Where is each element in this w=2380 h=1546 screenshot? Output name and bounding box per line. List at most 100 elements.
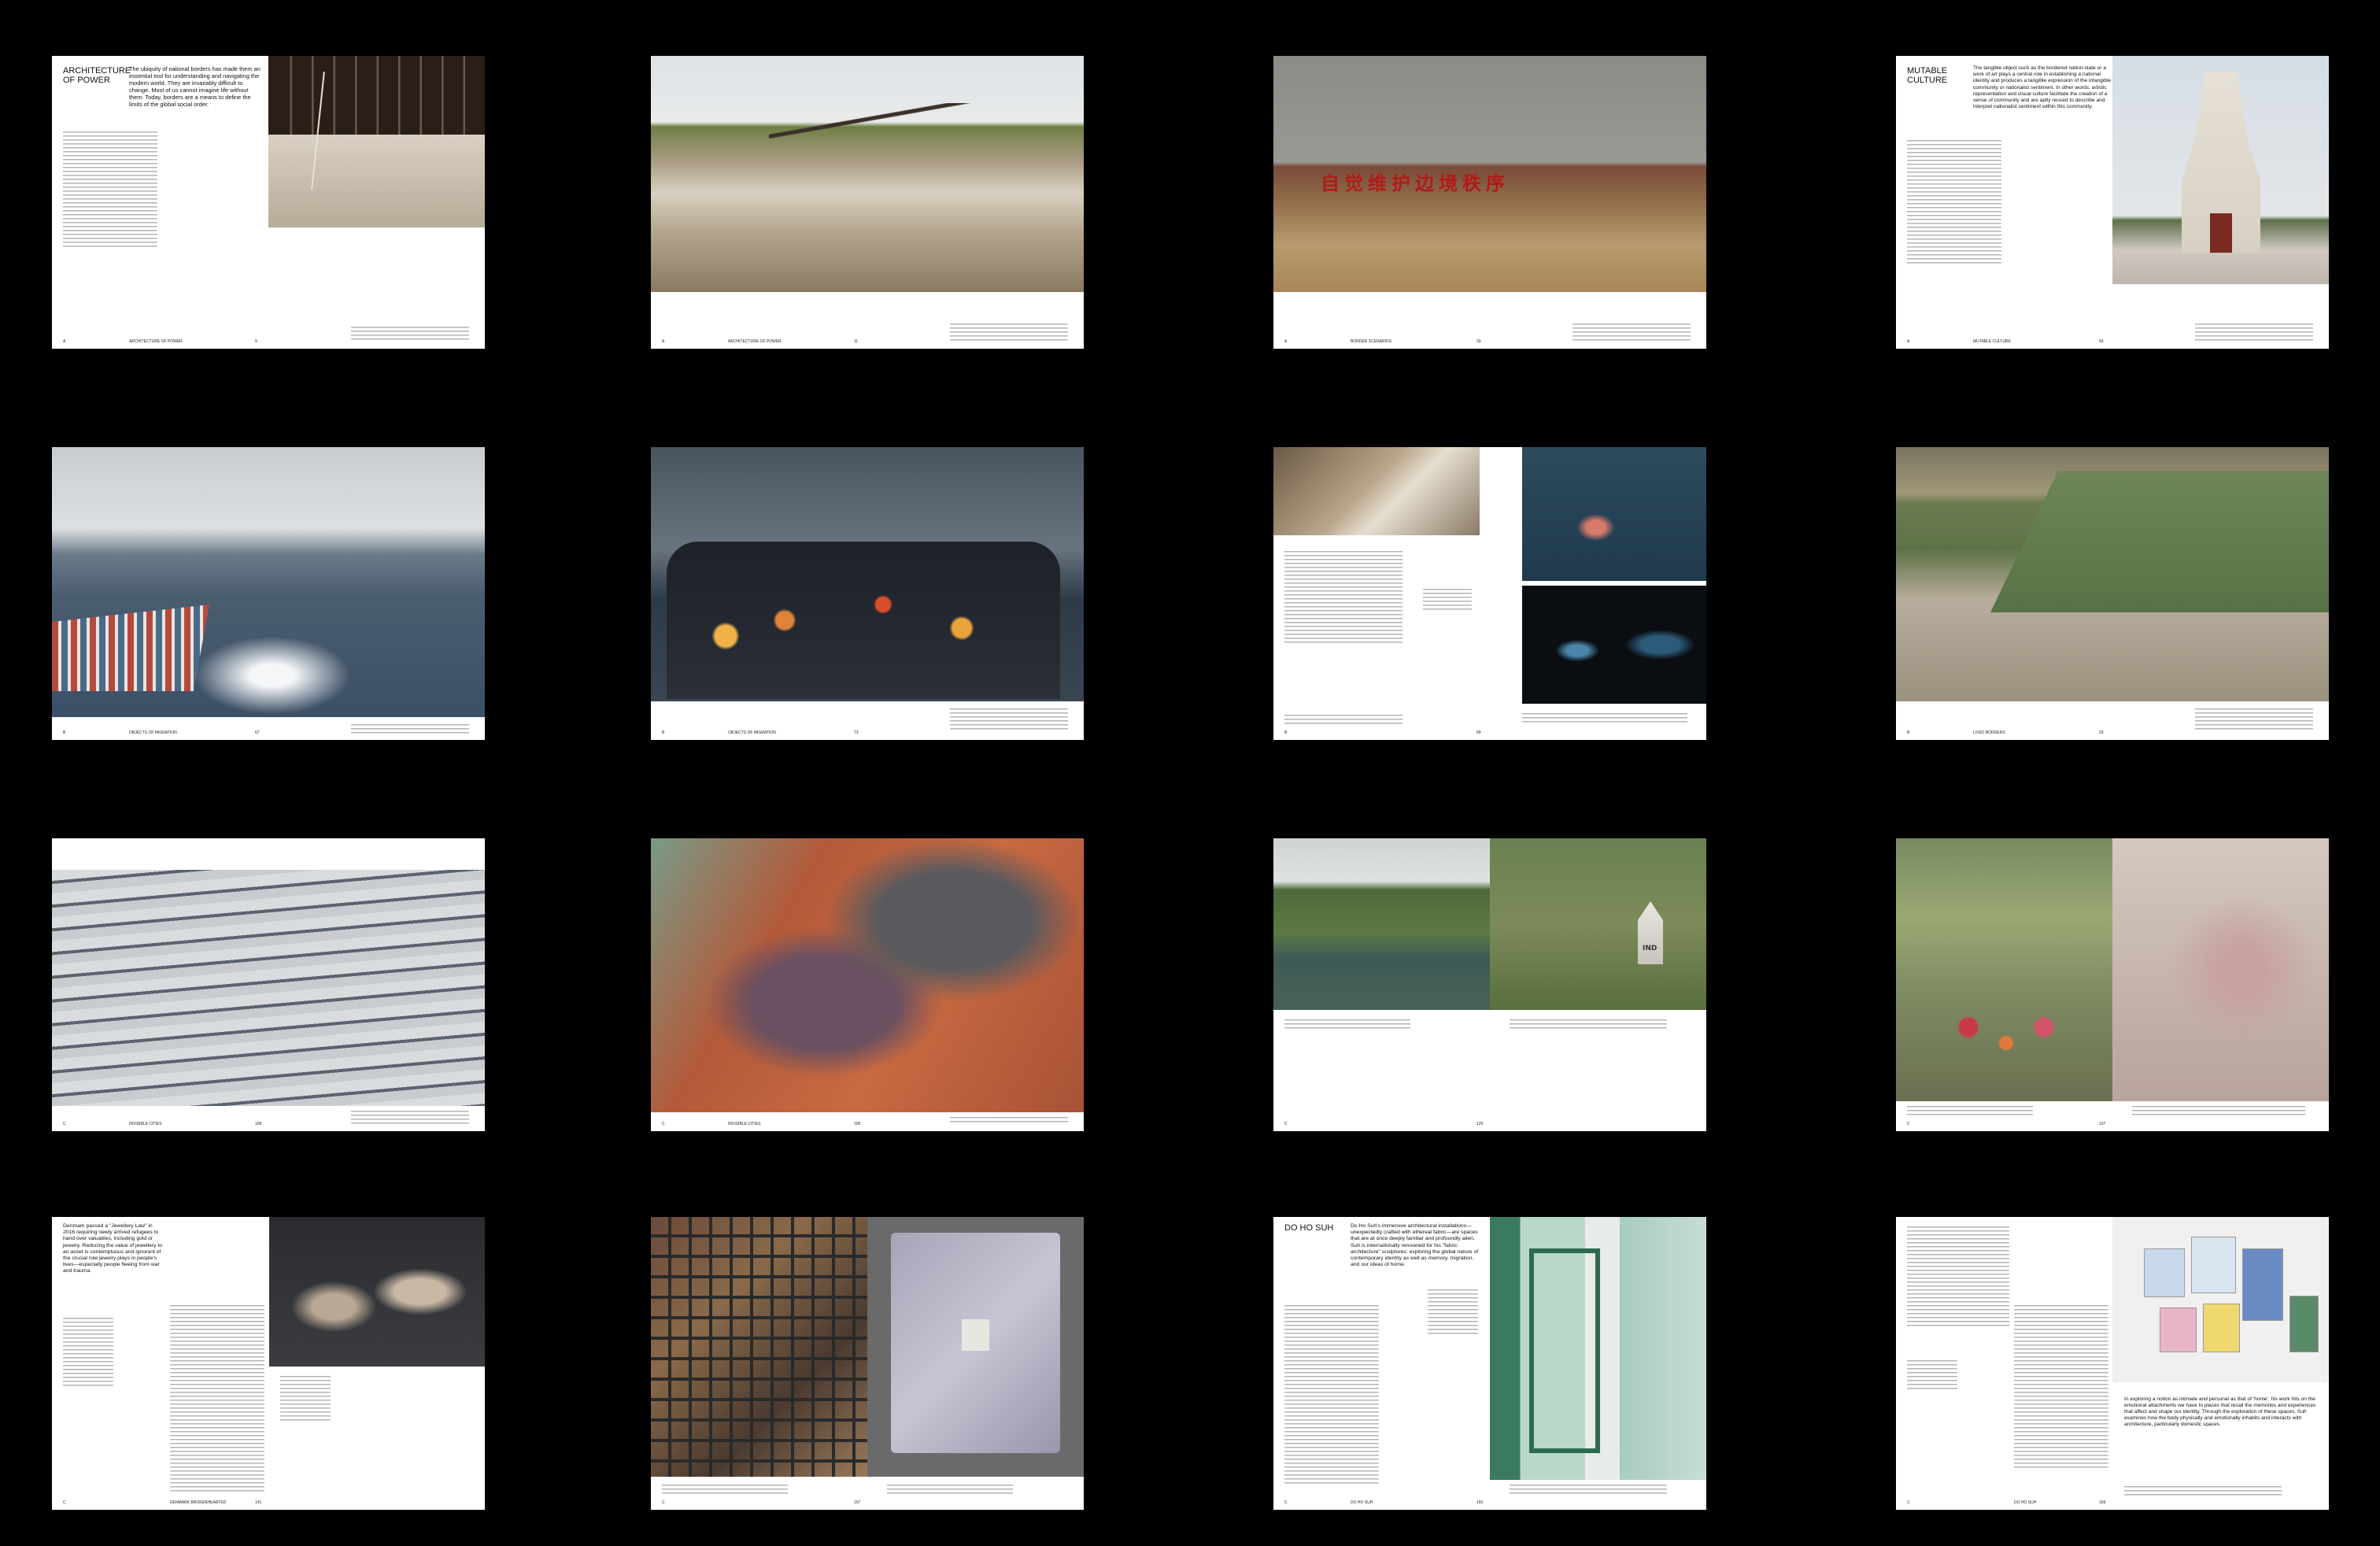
page-number: 160: [1476, 1500, 1484, 1505]
spread-border-cliff[interactable]: A ARCHITECTURE OF POWER 11: [651, 56, 1084, 349]
page-letter: A: [1284, 339, 1288, 344]
page-letter: B: [1907, 730, 1910, 735]
section-title: DO HO SUH: [1284, 1223, 1334, 1233]
running-head: MUTABLE CULTURE: [1973, 339, 2011, 344]
spread-architecture-of-power[interactable]: ARCHITECTURE OF POWER The ubiquity of na…: [52, 56, 485, 349]
page-number: 43: [2099, 339, 2104, 344]
spread-lived-borders[interactable]: B LIVED BORDERS 93: [1896, 447, 2329, 740]
caption: [950, 1115, 1068, 1125]
temple-photo[interactable]: [2112, 56, 2329, 284]
fabric-door-photo[interactable]: [1490, 1217, 1706, 1480]
page-number: 105: [854, 1122, 861, 1126]
spread-refugee-boat[interactable]: B OBJECTS OF MIGRATION 73: [651, 447, 1084, 740]
lead-text: The ubiquity of national borders has mad…: [129, 65, 261, 108]
body-text: [63, 130, 157, 248]
spread-denmark-brokenhearted[interactable]: Denmark passed a "Jewellery Law" in 2016…: [52, 1217, 485, 1510]
caption: [950, 707, 1068, 732]
caption: [351, 325, 469, 341]
spread-mutable-culture[interactable]: MUTABLE CULTURE The tangible object such…: [1896, 56, 2329, 349]
page-number: 141: [255, 1500, 262, 1505]
page-number: 157: [854, 1500, 861, 1505]
page-letter: C: [1284, 1122, 1288, 1126]
footnote: [1423, 587, 1472, 611]
handkerchief-photo[interactable]: [867, 1217, 1084, 1477]
page-letter: C: [1907, 1500, 1910, 1505]
spread-river-border[interactable]: IND C 125: [1273, 838, 1706, 1131]
section-title: ARCHITECTURE OF POWER: [63, 66, 131, 85]
spread-lifejacket[interactable]: B 89: [1273, 447, 1706, 740]
spread-objects-of-migration[interactable]: B OBJECTS OF MIGRATION 67: [52, 447, 485, 740]
caption-left: [1284, 1018, 1410, 1030]
mosquito-net-photo[interactable]: [2112, 838, 2329, 1101]
page-number: 137: [2099, 1122, 2106, 1126]
page-number: 73: [854, 730, 859, 735]
caption-left: [662, 1483, 788, 1496]
footnote: [1907, 1359, 1957, 1390]
running-head: INVISIBLE CITIES: [728, 1122, 761, 1126]
border-marker-photo[interactable]: IND: [1490, 838, 1706, 1010]
caption-right: [2132, 1104, 2305, 1117]
caption: [2195, 707, 2313, 732]
spread-do-ho-suh[interactable]: DO HO SUH Do Ho Suh's immersive architec…: [1273, 1217, 1706, 1510]
aerial-camp-photo[interactable]: [651, 838, 1084, 1112]
border-sign-text: 自觉维护边境秩序: [1321, 172, 1510, 194]
page-number: 109: [255, 1122, 262, 1126]
container-ship-photo[interactable]: [52, 447, 485, 717]
border-wall-photo[interactable]: [268, 56, 485, 227]
spread-family-tree[interactable]: C 137: [1896, 838, 2329, 1131]
raft-sea-photo[interactable]: [1522, 447, 1706, 581]
spread-border-scenarios[interactable]: 自觉维护边境秩序 A BORDER SCENARIOS 33: [1273, 56, 1706, 349]
body-text: [1284, 1304, 1379, 1485]
cliff-border-photo[interactable]: [651, 56, 1084, 292]
caption-right: [1510, 1018, 1667, 1030]
refugees-photo[interactable]: [651, 447, 1084, 701]
lifejacket-photo[interactable]: [1273, 447, 1480, 535]
river-photo[interactable]: [1273, 838, 1490, 1010]
page-letter: A: [1907, 339, 1910, 344]
caption: [2195, 322, 2313, 341]
container-camp-photo[interactable]: [52, 838, 485, 1106]
caption: [2124, 1485, 2282, 1496]
jewellery-bags-photo[interactable]: [269, 1217, 485, 1367]
running-head: DO HO SUH: [1351, 1500, 1373, 1505]
caption: [950, 322, 1068, 341]
wallets-grid-photo[interactable]: [651, 1217, 867, 1477]
footnote: [1428, 1288, 1478, 1335]
running-head: ARCHITECTURE OF POWER: [728, 339, 782, 344]
border-marker-text: IND: [1643, 945, 1658, 952]
running-head: INVISIBLE CITIES: [129, 1122, 162, 1126]
footnote-right: [280, 1374, 331, 1422]
page-number: 11: [854, 339, 859, 344]
section-title: MUTABLE CULTURE: [1907, 66, 1948, 85]
spread-invisible-cities[interactable]: C INVISIBLE CITIES 109: [52, 838, 485, 1131]
page-letter: B: [662, 730, 665, 735]
running-head: OBJECTS OF MIGRATION: [129, 730, 177, 735]
caption-left: [1907, 1104, 2033, 1117]
installation-photo[interactable]: [1522, 586, 1706, 704]
lead-text: Denmark passed a "Jewellery Law" in 2016…: [63, 1223, 163, 1274]
spread-do-ho-suh-home[interactable]: In exploring a notion as intimate and pe…: [1896, 1217, 2329, 1510]
running-head: LIVED BORDERS: [1973, 730, 2005, 735]
footnote: [63, 1316, 113, 1387]
lead-text: Do Ho Suh's immersive architectural inst…: [1351, 1223, 1479, 1268]
caption: [1510, 1483, 1667, 1496]
body-text: [1907, 139, 2001, 264]
fabric-objects-photo[interactable]: [2112, 1217, 2329, 1382]
page-letter: A: [63, 339, 66, 344]
caption-left: [1284, 713, 1402, 726]
page-number: 169: [2099, 1500, 2106, 1505]
page-number: 125: [1476, 1122, 1484, 1126]
page-letter: C: [63, 1500, 66, 1505]
running-head: ARCHITECTURE OF POWER: [129, 339, 183, 344]
waterfront-photo[interactable]: [1896, 447, 2329, 701]
page-letter: C: [63, 1122, 66, 1126]
lead-text: The tangible object such as the bordered…: [1973, 65, 2112, 110]
field-sign-photo[interactable]: 自觉维护边境秩序: [1273, 56, 1706, 292]
page-letter: B: [1284, 730, 1288, 735]
spread-aerial-camp[interactable]: C INVISIBLE CITIES 105: [651, 838, 1084, 1131]
running-head: DENMARK BROKENHEARTED: [170, 1500, 227, 1505]
spread-wallets[interactable]: C 157: [651, 1217, 1084, 1510]
body-text-left: [1907, 1225, 2009, 1327]
family-under-tree-photo[interactable]: [1896, 838, 2112, 1101]
caption: [1572, 322, 1691, 341]
